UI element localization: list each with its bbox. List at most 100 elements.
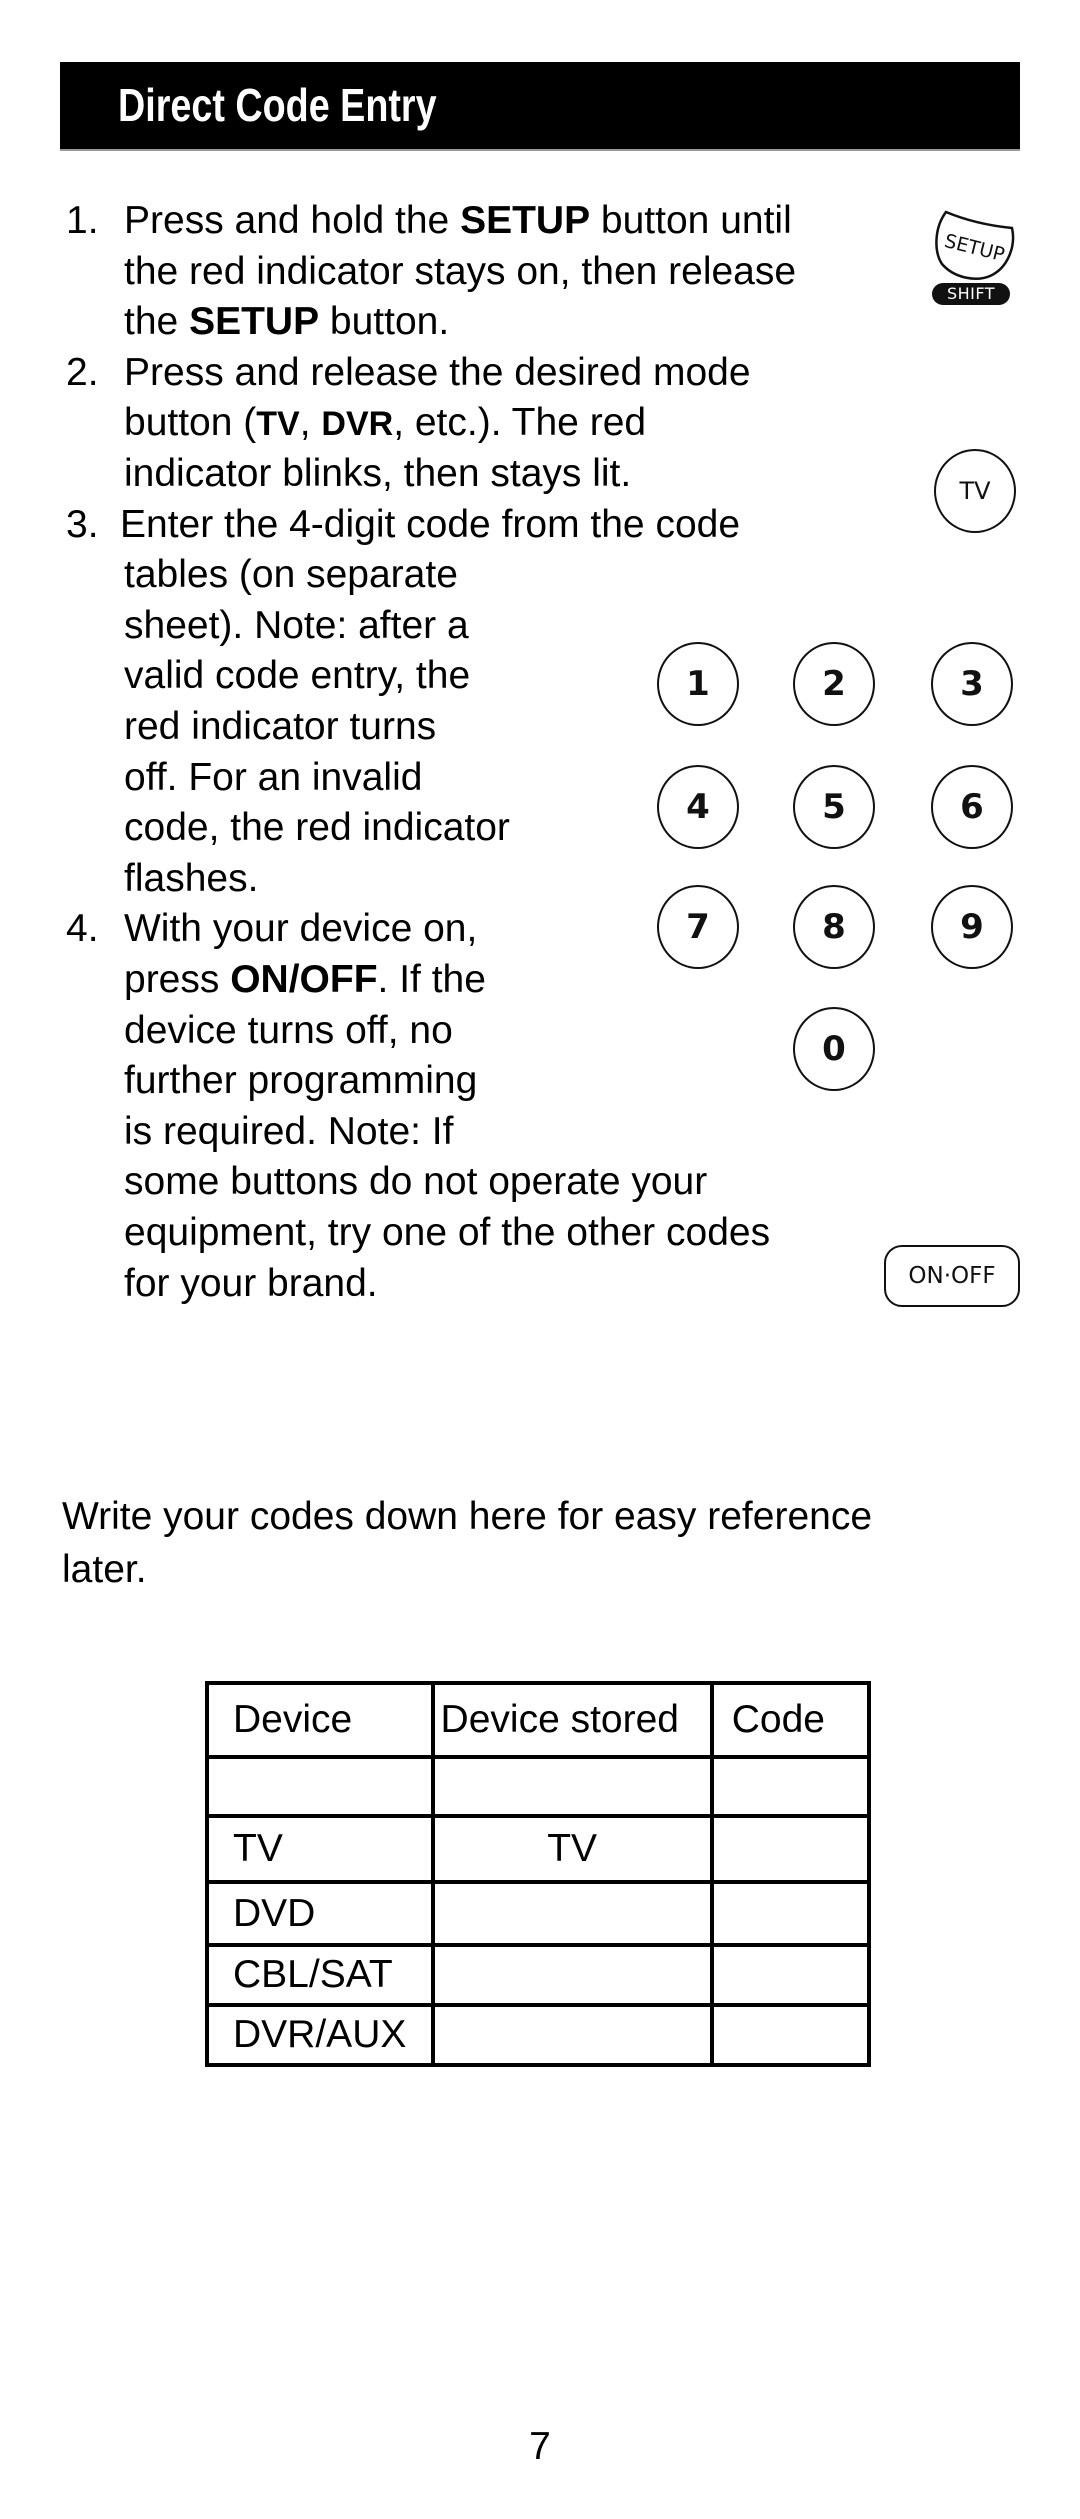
- step-4-line: for your brand.: [124, 1259, 378, 1310]
- button-name-emphasis: SETUP: [189, 300, 320, 344]
- device-stored-cell[interactable]: [430, 2003, 714, 2067]
- step-text: off. For an invalid: [124, 755, 423, 799]
- step-3-line: code, the red indicator: [124, 803, 510, 854]
- tv-button-icon: TV: [934, 449, 1016, 533]
- device-cell: CBL/SAT: [205, 1943, 435, 2007]
- device-cell: DVD: [205, 1880, 435, 1947]
- reference-note-line-1: Write your codes down here for easy refe…: [62, 1495, 873, 1538]
- step-3-line: valid code entry, the: [124, 651, 470, 702]
- device-cell: TV: [205, 1814, 435, 1884]
- step-text: Enter the 4-digit code from the code: [120, 502, 741, 546]
- digit-9-button-icon: 9: [931, 885, 1013, 969]
- code-cell[interactable]: [709, 1814, 872, 1884]
- on-off-button-icon: ON·OFF: [884, 1245, 1020, 1307]
- table-header-row: Device Device stored Code: [205, 1681, 872, 1759]
- step-1-line: the SETUP button.: [124, 297, 449, 348]
- code-cell[interactable]: [709, 1943, 872, 2007]
- device-stored-cell[interactable]: [430, 1880, 714, 1947]
- step-text: the: [124, 300, 190, 344]
- table-row: DVR/AUX: [205, 2003, 872, 2067]
- step-2-line: Press and release the desired mode: [124, 348, 751, 399]
- code-cell[interactable]: [709, 1880, 872, 1947]
- device-cell: DVR/AUX: [205, 2003, 435, 2067]
- step-text: flashes.: [124, 856, 259, 900]
- shift-label-icon: SHIFT: [932, 283, 1010, 305]
- step-1-line: Press and hold the SETUP button until: [124, 196, 792, 247]
- step-text: button (: [124, 401, 257, 445]
- step-2-line: indicator blinks, then stays lit.: [124, 449, 631, 500]
- device-cell: [205, 1755, 435, 1818]
- code-cell[interactable]: [709, 1755, 872, 1818]
- step-4-line: press ON/OFF. If the: [124, 955, 486, 1006]
- digit-7-button-icon: 7: [657, 885, 739, 969]
- digit-4-button-icon: 4: [657, 765, 739, 849]
- step-number: 2.: [66, 350, 99, 394]
- button-name-emphasis: SETUP: [460, 199, 591, 242]
- step-text: for your brand.: [124, 1261, 378, 1305]
- digit-5-button-icon: 5: [793, 765, 875, 849]
- code-record-table: Device Device stored Code TV TV DVD CBL/SAT DVR…: [205, 1681, 872, 2067]
- device-stored-cell[interactable]: TV: [430, 1814, 714, 1884]
- step-number: 4.: [66, 907, 99, 951]
- digit-1-button-icon: 1: [657, 642, 739, 726]
- digit-0-button-icon: 0: [793, 1007, 875, 1091]
- step-2-line: button (TV, DVR, etc.). The red: [124, 398, 646, 450]
- step-text: button until: [590, 199, 792, 242]
- tv-button-label: TV: [959, 477, 991, 505]
- table-row: CBL/SAT: [205, 1943, 872, 2007]
- step-3-line: Enter the 4-digit code from the code: [120, 500, 740, 551]
- reference-note-line-2: later.: [62, 1548, 147, 1591]
- table-row: TV TV: [205, 1814, 872, 1884]
- section-header-bar: Direct Code Entry: [60, 62, 1020, 149]
- reference-note: Write your codes down here for easy refe…: [62, 1490, 872, 1596]
- step-text: . If the: [377, 958, 486, 1001]
- step-text: Press and hold the: [124, 199, 461, 242]
- digit-8-button-icon: 8: [793, 885, 875, 969]
- step-text: sheet). Note: after a: [124, 603, 469, 647]
- step-text: device turns off, no: [124, 1008, 453, 1052]
- digit-2-button-icon: 2: [793, 642, 875, 726]
- step-1-line: the red indicator stays on, then release: [124, 247, 796, 298]
- step-4-line: some buttons do not operate your: [124, 1157, 707, 1208]
- step-text: valid code entry, the: [124, 654, 471, 698]
- step-number: 1.: [66, 199, 99, 242]
- digit-6-button-icon: 6: [931, 765, 1013, 849]
- step-text: further programming: [124, 1059, 478, 1103]
- step-text: code, the red indicator: [124, 806, 510, 850]
- button-name-emphasis: ON/OFF: [230, 958, 378, 1001]
- step-text: Press and release the desired mode: [124, 350, 751, 394]
- step-text: With your device on,: [124, 907, 478, 951]
- device-stored-cell[interactable]: [430, 1943, 714, 2007]
- table-row: [205, 1755, 872, 1818]
- column-header: Device stored: [430, 1681, 714, 1759]
- step-4-line: equipment, try one of the other codes: [124, 1208, 770, 1259]
- column-header: Code: [709, 1681, 872, 1759]
- step-3-line: off. For an invalid: [124, 753, 422, 804]
- step-text: ,: [299, 401, 322, 445]
- code-cell[interactable]: [709, 2003, 872, 2067]
- step-number: 3.: [66, 502, 99, 546]
- step-text: indicator blinks, then stays lit.: [124, 452, 632, 495]
- step-4-line: further programming: [124, 1056, 477, 1107]
- step-3-line: sheet). Note: after a: [124, 601, 469, 652]
- step-3-line: flashes.: [124, 854, 258, 905]
- step-text: equipment, try one of the other codes: [124, 1211, 771, 1254]
- page-number: 7: [529, 2425, 551, 2468]
- step-text: button.: [319, 300, 450, 344]
- step-4-line: is required. Note: If: [124, 1107, 453, 1158]
- section-title: Direct Code Entry: [118, 79, 437, 131]
- step-text: press: [124, 958, 231, 1001]
- digit-3-button-icon: 3: [931, 642, 1013, 726]
- step-3-line: red indicator turns: [124, 702, 436, 753]
- button-name-emphasis: DVR: [321, 405, 394, 444]
- step-4-line: device turns off, no: [124, 1006, 453, 1057]
- device-stored-cell[interactable]: [430, 1755, 714, 1818]
- column-header: Device: [205, 1681, 435, 1759]
- step-text: some buttons do not operate your: [124, 1160, 708, 1204]
- step-text: tables (on separate: [124, 553, 458, 597]
- on-off-button-label: ON·OFF: [908, 1263, 996, 1289]
- step-text: red indicator turns: [124, 705, 437, 748]
- step-text: is required. Note: If: [124, 1109, 454, 1153]
- table-row: DVD: [205, 1880, 872, 1947]
- step-4-line: With your device on,: [124, 904, 477, 955]
